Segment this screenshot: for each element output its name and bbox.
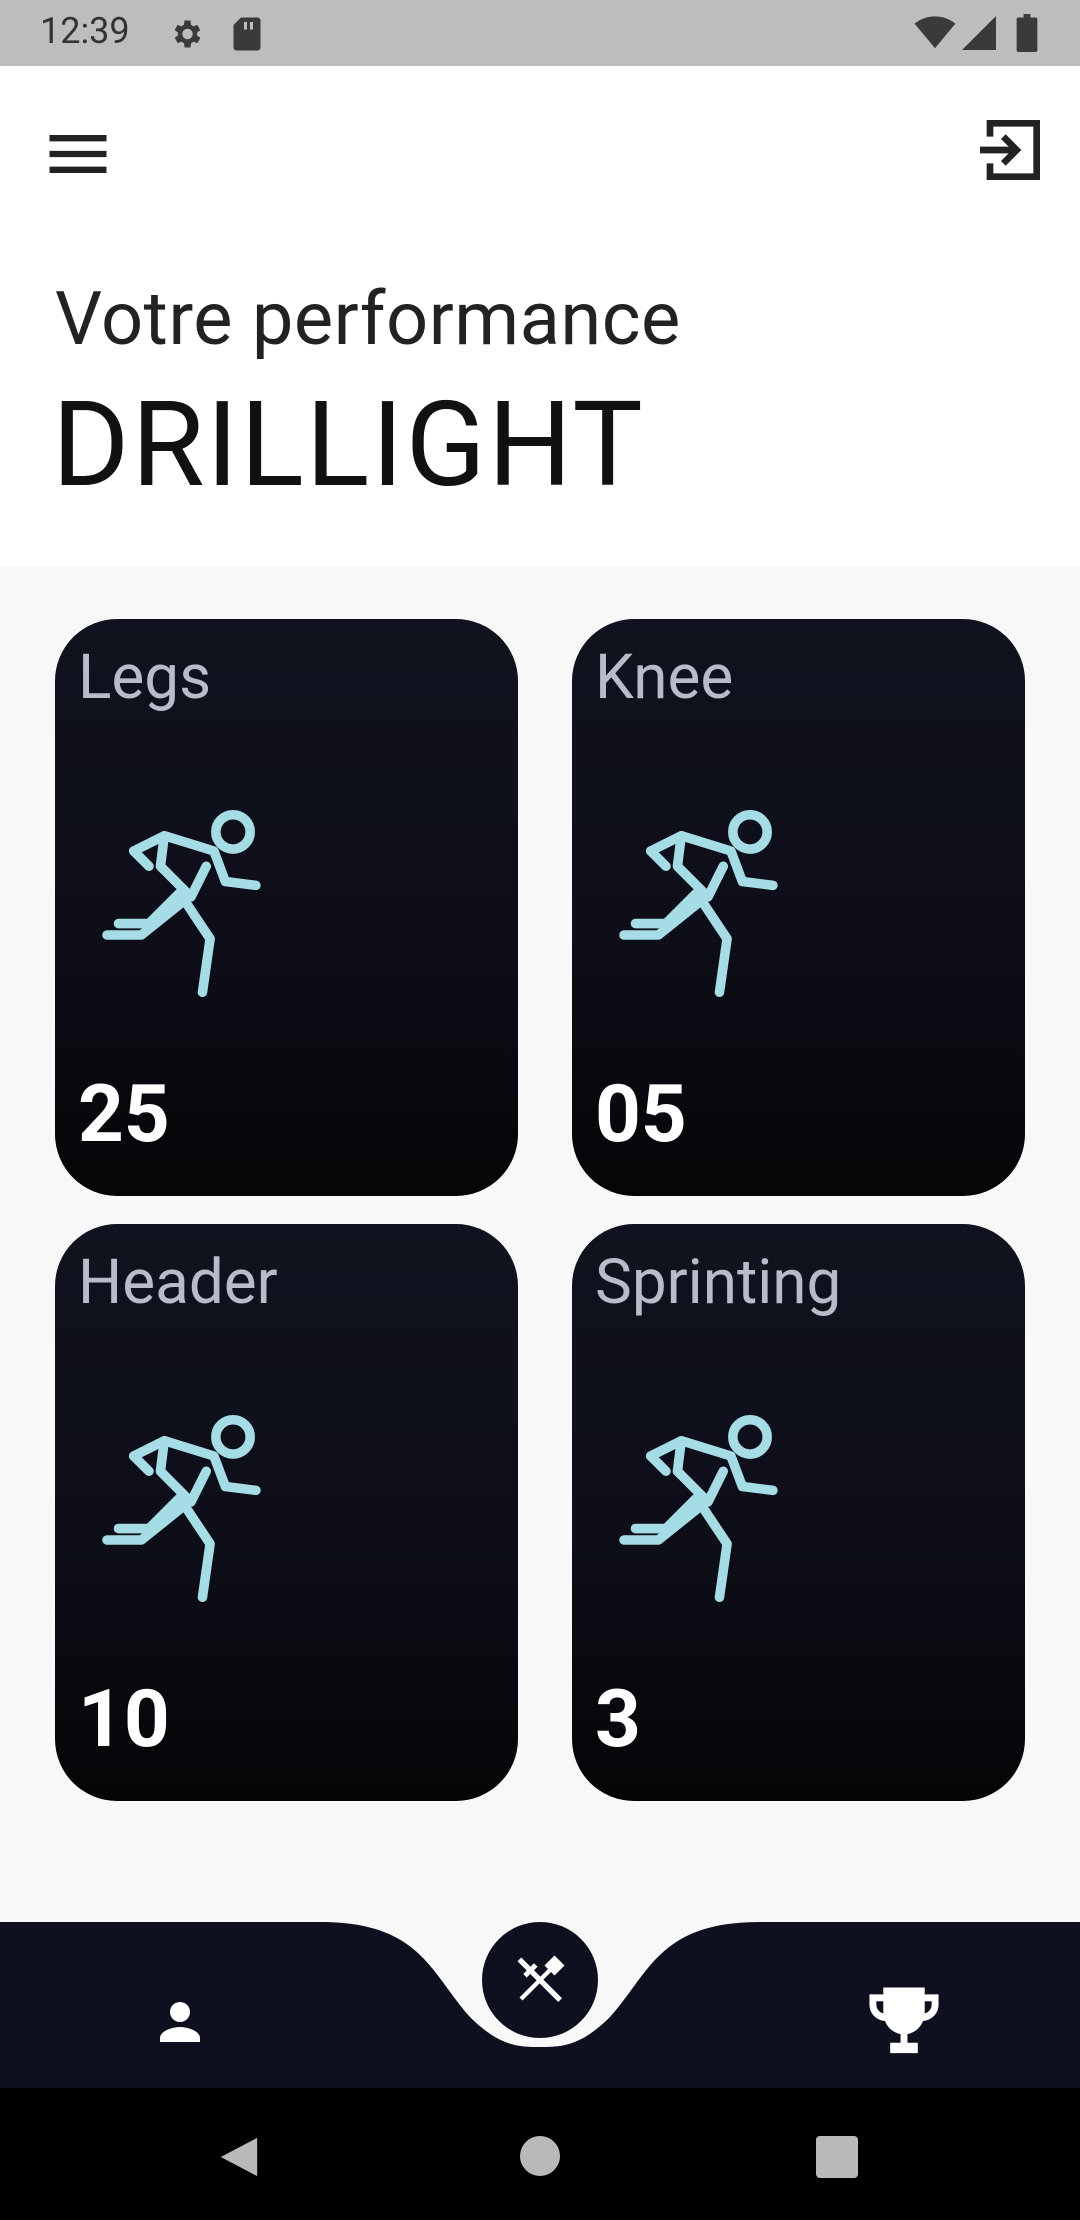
app-bar: Votre performance DRILLIGHT [0,66,1080,566]
card-label: Sprinting [595,1246,842,1319]
system-navigation-bar [0,2088,1080,2220]
running-icon [619,809,778,998]
status-bar: 12:39 [0,0,1080,66]
card-value: 05 [595,1067,687,1161]
card-label: Legs [78,641,212,714]
card-value: 25 [78,1067,170,1161]
person-icon[interactable] [150,1992,210,2052]
recents-icon[interactable] [816,2136,858,2178]
trophy-icon[interactable] [862,1984,946,2060]
battery-icon [1016,14,1038,52]
page-subtitle: Votre performance [55,276,681,363]
status-time: 12:39 [40,10,130,52]
logout-icon[interactable] [970,110,1050,190]
card-sprinting[interactable]: Sprinting 3 [572,1224,1025,1801]
card-value: 3 [595,1672,641,1766]
signal-icon [962,16,996,50]
performance-grid: Legs 25 Knee 05 Header 10 Sprinting 3 [0,566,1080,1922]
card-label: Header [78,1246,278,1319]
card-knee[interactable]: Knee 05 [572,619,1025,1196]
page-title: DRILLIGHT [52,376,645,514]
card-header[interactable]: Header 10 [55,1224,518,1801]
hammer-wrench-icon [517,1955,565,2002]
bottom-navigation [0,1922,1080,2088]
home-icon[interactable] [518,2134,562,2178]
card-legs[interactable]: Legs 25 [55,619,518,1196]
back-icon[interactable] [216,2134,260,2180]
wifi-icon [914,16,956,49]
running-icon [102,1414,261,1603]
menu-icon[interactable] [40,116,116,192]
app-screen: 12:39 Votre performance DRILLIGHT Legs 2… [0,0,1080,2220]
card-value: 10 [78,1672,170,1766]
running-icon [102,809,261,998]
card-label: Knee [595,641,734,714]
running-icon [619,1414,778,1603]
tools-button[interactable] [482,1922,598,2038]
sd-card-icon [233,17,261,51]
gear-icon [174,20,201,48]
